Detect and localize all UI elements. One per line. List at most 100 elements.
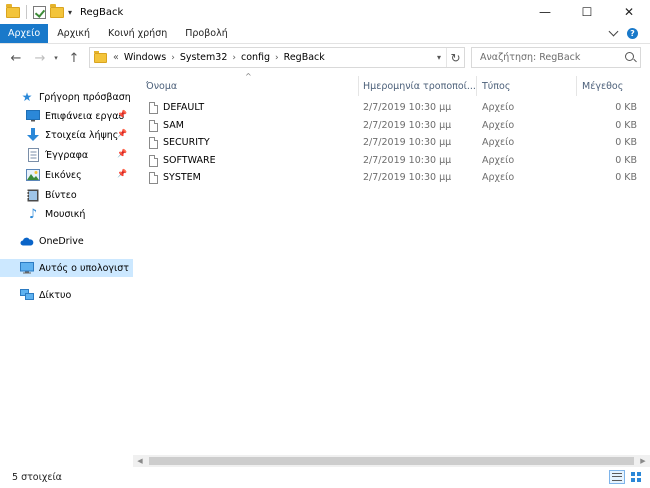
nav-item-quick-access[interactable]: ★ Γρήγορη πρόσβαση	[20, 88, 133, 106]
nav-item-videos[interactable]: Βίντεο	[26, 186, 133, 204]
file-size: 0 KB	[615, 172, 637, 183]
details-view-button[interactable]	[609, 470, 625, 484]
file-row[interactable]: SYSTEM 2/7/2019 10:30 μμ Αρχείο 0 KB	[133, 169, 650, 186]
file-type: Αρχείο	[482, 102, 515, 113]
breadcrumb-item[interactable]: System32	[180, 52, 228, 63]
address-dropdown-icon[interactable]: ▾	[432, 48, 446, 67]
column-header-date[interactable]: Ημερομηνία τροποποί...	[363, 76, 478, 96]
tab-file[interactable]: Αρχείο	[0, 24, 49, 43]
breadcrumb-separator-icon[interactable]: ›	[275, 53, 279, 63]
nav-item-downloads[interactable]: Στοιχεία λήψης 📌	[26, 126, 133, 144]
file-row[interactable]: SECURITY 2/7/2019 10:30 μμ Αρχείο 0 KB	[133, 134, 650, 151]
breadcrumb-overflow[interactable]: «	[113, 52, 119, 63]
column-divider[interactable]	[358, 76, 359, 96]
forward-button[interactable]: →	[30, 48, 50, 68]
breadcrumb-separator-icon[interactable]: ›	[171, 53, 175, 63]
help-icon[interactable]: ?	[627, 28, 638, 39]
toolbar-divider	[26, 5, 27, 19]
column-header-name[interactable]: Όνομα	[146, 76, 358, 96]
arrow-left-icon: ←	[10, 50, 22, 66]
file-type: Αρχείο	[482, 155, 515, 166]
nav-item-desktop[interactable]: Επιφάνεια εργασ 📌	[26, 107, 133, 125]
file-row[interactable]: DEFAULT 2/7/2019 10:30 μμ Αρχείο 0 KB	[133, 99, 650, 116]
refresh-icon[interactable]: ↻	[446, 48, 464, 67]
file-name: SOFTWARE	[163, 155, 216, 166]
computer-icon	[20, 261, 34, 275]
close-button[interactable]: ✕	[608, 0, 650, 24]
file-type: Αρχείο	[482, 172, 515, 183]
breadcrumb-item[interactable]: RegBack	[284, 52, 325, 63]
nav-item-label: Γρήγορη πρόσβαση	[39, 91, 131, 103]
back-button[interactable]: ←	[6, 48, 26, 68]
column-divider[interactable]	[576, 76, 577, 96]
address-bar-controls: ▾ ↻	[432, 48, 464, 67]
large-icons-view-icon	[631, 472, 641, 482]
folder-icon[interactable]	[6, 3, 20, 18]
title-bar: ▾ RegBack — ☐ ✕	[0, 0, 650, 24]
minimize-button[interactable]: —	[524, 0, 566, 24]
pin-icon[interactable]: 📌	[117, 169, 127, 178]
search-input[interactable]	[480, 52, 620, 63]
nav-item-label: Βίντεο	[45, 189, 77, 201]
pin-icon[interactable]: 📌	[117, 149, 127, 158]
up-button[interactable]: ↑	[64, 48, 84, 68]
address-bar[interactable]: « Windows › System32 › config › RegBack …	[89, 47, 465, 68]
expand-ribbon-icon[interactable]	[608, 26, 619, 37]
file-name-cell: SAM	[149, 117, 184, 134]
file-icon	[149, 136, 158, 149]
nav-item-label: Στοιχεία λήψης	[45, 129, 119, 141]
scroll-left-icon[interactable]: ◀	[133, 455, 147, 467]
column-divider[interactable]	[476, 76, 477, 96]
nav-item-pictures[interactable]: Εικόνες 📌	[26, 166, 133, 184]
file-date: 2/7/2019 10:30 μμ	[363, 155, 452, 166]
column-header-type[interactable]: Τύπος	[482, 76, 572, 96]
file-name-cell: DEFAULT	[149, 99, 204, 116]
file-row[interactable]: SAM 2/7/2019 10:30 μμ Αρχείο 0 KB	[133, 117, 650, 134]
cloud-icon	[20, 234, 34, 248]
horizontal-scrollbar[interactable]: ◀ ▶	[133, 455, 650, 467]
customize-dropdown-icon[interactable]: ▾	[68, 8, 72, 17]
nav-item-label: Δίκτυο	[39, 289, 72, 301]
nav-item-onedrive[interactable]: OneDrive	[20, 232, 133, 250]
nav-item-music[interactable]: ♪ Μουσική	[26, 205, 133, 223]
download-icon	[26, 128, 40, 142]
scrollbar-thumb[interactable]	[149, 457, 634, 465]
nav-item-label: Εικόνες	[45, 169, 82, 181]
pin-icon[interactable]: 📌	[117, 129, 127, 138]
file-date: 2/7/2019 10:30 μμ	[363, 172, 452, 183]
file-type: Αρχείο	[482, 137, 515, 148]
nav-item-network[interactable]: Δίκτυο	[20, 286, 133, 304]
search-icon[interactable]	[625, 52, 634, 61]
properties-icon[interactable]	[33, 5, 46, 19]
breadcrumb-item[interactable]: config	[241, 52, 270, 63]
file-icon	[149, 119, 158, 132]
recent-locations-dropdown[interactable]: ▾	[50, 54, 62, 62]
arrow-up-icon: ↑	[68, 50, 80, 66]
file-name-cell: SOFTWARE	[149, 152, 216, 169]
tab-share[interactable]: Κοινή χρήση	[99, 24, 176, 43]
file-list: ^ Όνομα Ημερομηνία τροποποί... Τύπος Μέγ…	[133, 72, 650, 464]
tab-view[interactable]: Προβολή	[176, 24, 237, 43]
large-icons-view-button[interactable]	[628, 470, 644, 484]
file-icon	[149, 101, 158, 114]
file-type: Αρχείο	[482, 120, 515, 131]
breadcrumb-item[interactable]: Windows	[124, 52, 166, 63]
network-icon	[20, 288, 34, 302]
file-size: 0 KB	[615, 155, 637, 166]
new-folder-icon[interactable]	[50, 3, 64, 18]
column-header-size[interactable]: Μέγεθος	[582, 76, 642, 96]
pin-icon[interactable]: 📌	[117, 110, 127, 119]
nav-item-this-pc[interactable]: Αυτός ο υπολογιστ	[0, 259, 133, 277]
navigation-pane: ★ Γρήγορη πρόσβαση Επιφάνεια εργασ 📌 Στο…	[0, 72, 133, 464]
nav-item-documents[interactable]: Έγγραφα 📌	[26, 146, 133, 164]
file-name: SAM	[163, 120, 184, 131]
breadcrumb-separator-icon[interactable]: ›	[232, 53, 236, 63]
arrow-right-icon: →	[34, 50, 46, 66]
navigation-row: ← → ▾ ↑ « Windows › System32 › config › …	[0, 44, 650, 72]
pictures-icon	[26, 168, 40, 182]
maximize-button[interactable]: ☐	[566, 0, 608, 24]
file-row[interactable]: SOFTWARE 2/7/2019 10:30 μμ Αρχείο 0 KB	[133, 152, 650, 169]
tab-home[interactable]: Αρχική	[48, 24, 99, 43]
scroll-right-icon[interactable]: ▶	[636, 455, 650, 467]
documents-icon	[26, 148, 40, 162]
